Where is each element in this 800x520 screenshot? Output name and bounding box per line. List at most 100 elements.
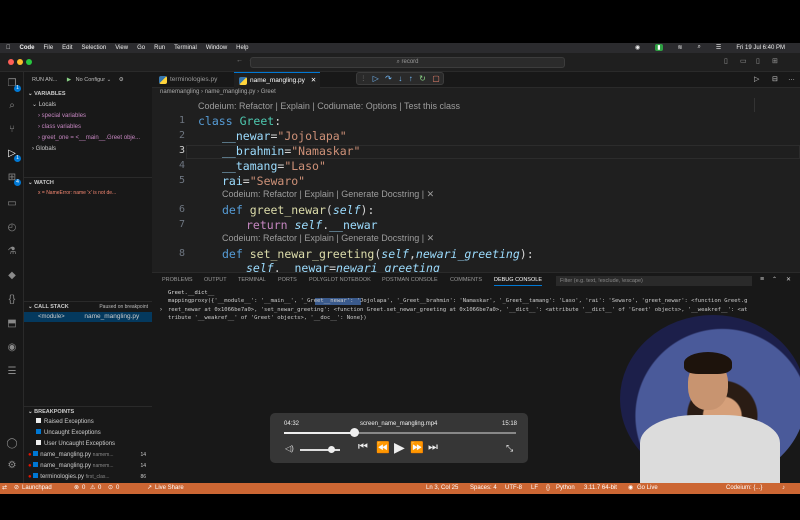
console-filter-input[interactable]: Filter (e.g. text, !exclude, \escape) — [556, 276, 752, 286]
tab-debug-console[interactable]: DEBUG CONSOLE — [494, 277, 542, 286]
breakpoint-item[interactable]: ● name_mangling.py namem... 14 — [24, 461, 152, 471]
close-panel-icon[interactable]: ✕ — [786, 276, 791, 283]
command-center[interactable]: ⌕ record — [250, 57, 565, 68]
code-line[interactable]: def set_newar_greeting(self,newari_greet… — [222, 247, 534, 261]
launchpad-label[interactable]: Launchpad — [22, 483, 52, 494]
language-mode[interactable]: Python — [556, 483, 575, 494]
code-line[interactable]: __newar="Jojolapa" — [222, 129, 347, 143]
step-into-icon[interactable]: ↓ — [398, 74, 402, 83]
go-live-icon[interactable]: ◉ — [628, 483, 633, 494]
layout-secondary-icon[interactable]: ▯ — [756, 57, 760, 65]
search-icon[interactable]: ⌕ — [698, 44, 701, 51]
console-output-line[interactable]: reet_newar at 0x1066be7a0>, 'set_newar_g… — [168, 307, 798, 313]
postman-icon[interactable]: ◉ — [6, 342, 18, 354]
control-center-icon[interactable]: ☰ — [716, 44, 721, 51]
errors-icon[interactable]: ⊗ — [74, 483, 79, 494]
menu-help[interactable]: Help — [236, 45, 248, 51]
cursor-position[interactable]: Ln 3, Col 25 — [426, 483, 458, 494]
apple-icon[interactable]:  — [6, 45, 11, 51]
watch-section[interactable]: ⌄ WATCH — [24, 177, 152, 187]
bp-uncaught-exceptions[interactable]: Uncaught Exceptions — [24, 428, 152, 438]
menu-run[interactable]: Run — [154, 45, 165, 51]
stack-frame[interactable]: <module> name_mangling.py — [24, 312, 152, 322]
tab-ports[interactable]: PORTS — [278, 277, 297, 283]
clock[interactable]: Fri 19 Jul 6:40 PM — [736, 45, 785, 51]
tab-postman-console[interactable]: POSTMAN CONSOLE — [382, 277, 438, 283]
breakpoints-section[interactable]: ⌄ BREAKPOINTS — [24, 406, 152, 416]
clear-console-icon[interactable]: ≡ — [760, 276, 764, 283]
chevron-right-icon[interactable]: › — [160, 307, 162, 313]
menu-file[interactable]: File — [44, 45, 54, 51]
errors-count[interactable]: 0 — [82, 483, 85, 494]
watch-expression[interactable]: x = NameError: name 'x' is not de... — [24, 188, 152, 198]
menu-selection[interactable]: Selection — [82, 45, 107, 51]
customize-layout-icon[interactable]: ⊞ — [772, 57, 778, 65]
tab-output[interactable]: OUTPUT — [204, 277, 227, 283]
menu-view[interactable]: View — [115, 45, 128, 51]
continue-icon[interactable]: ▷ — [373, 74, 379, 83]
volume-icon[interactable]: ◁) — [285, 444, 294, 453]
end-of-line[interactable]: LF — [531, 483, 538, 494]
database-icon[interactable]: ⬒ — [6, 318, 18, 330]
locals-scope[interactable]: ⌄ Locals — [24, 100, 152, 110]
back-arrow-icon[interactable]: ← — [236, 57, 243, 64]
code-line[interactable]: rai="Sewaro" — [222, 174, 305, 188]
codeium-status[interactable]: Codeium: {...} — [726, 483, 762, 494]
accounts-list-icon[interactable]: ☰ — [6, 366, 18, 378]
language-braces-icon[interactable]: {} — [546, 483, 550, 494]
launchpad-icon[interactable]: ⊘ — [14, 483, 19, 494]
docker-icon[interactable]: ◆ — [6, 270, 18, 282]
zoom-window-button[interactable] — [26, 59, 32, 65]
chevron-up-icon[interactable]: ⌃ — [772, 276, 777, 283]
restart-icon[interactable]: ↻ — [419, 74, 426, 83]
indentation[interactable]: Spaces: 4 — [470, 483, 497, 494]
ports-icon[interactable]: ⊙ — [108, 483, 113, 494]
run-debug-icon[interactable]: ▷ 1 — [6, 148, 21, 162]
breadcrumb-folder[interactable]: namemangling — [160, 89, 199, 95]
layout-sidebar-icon[interactable]: ▯ — [724, 57, 728, 65]
extensions-icon[interactable]: ⊞ 4 — [6, 172, 21, 186]
checkbox-checked-icon[interactable] — [33, 462, 39, 467]
account-icon[interactable]: ◯ — [6, 438, 18, 450]
call-stack-section[interactable]: ⌄ CALL STACK Paused on breakpoint — [24, 301, 152, 311]
settings-gear-icon[interactable]: ⚙ — [119, 77, 124, 83]
ports-count[interactable]: 0 — [116, 483, 119, 494]
exit-fullscreen-icon[interactable]: ⤡ — [506, 443, 513, 454]
video-scrubber-handle[interactable] — [349, 428, 359, 437]
checkbox-checked-icon[interactable] — [33, 473, 39, 478]
explorer-icon[interactable]: ❐ 1 — [6, 78, 21, 92]
checkbox-unchecked-icon[interactable] — [36, 418, 41, 423]
breadcrumb-file[interactable]: name_mangling.py — [205, 89, 256, 95]
warnings-icon[interactable]: ⚠ — [90, 483, 95, 494]
volume-handle[interactable] — [328, 446, 335, 453]
skip-forward-icon[interactable]: ⏭ — [428, 441, 438, 454]
close-tab-icon[interactable]: ✕ — [311, 77, 316, 84]
rewind-icon[interactable]: ⏪ — [376, 441, 390, 454]
greet-one-variable[interactable]: › greet_one = <__main__.Greet obje... — [24, 133, 152, 143]
minimap[interactable] — [754, 98, 768, 112]
search-icon[interactable]: ⌕ — [6, 100, 18, 112]
close-window-button[interactable] — [8, 59, 14, 65]
breakpoint-item[interactable]: ● name_mangling.py namem... 14 — [24, 450, 152, 460]
tab-terminologies[interactable]: terminologies.py — [154, 72, 234, 88]
go-live-label[interactable]: Go Live — [637, 483, 658, 494]
step-out-icon[interactable]: ↑ — [409, 74, 413, 83]
menu-terminal[interactable]: Terminal — [174, 45, 197, 51]
stop-icon[interactable]: ▢ — [432, 74, 440, 83]
source-control-icon[interactable]: ⑂ — [6, 124, 18, 136]
minimize-window-button[interactable] — [17, 59, 23, 65]
code-line[interactable]: __tamang="Laso" — [222, 159, 326, 173]
code-line[interactable]: __brahmin="Namaskar" — [222, 144, 361, 158]
breakpoint-item[interactable]: ● terminologies.py first_clas... 86 — [24, 472, 152, 482]
facetime-icon[interactable]: ▮ — [655, 44, 663, 51]
json-icon[interactable]: {} — [6, 294, 18, 306]
layout-panel-icon[interactable]: ▭ — [740, 57, 747, 65]
fast-forward-icon[interactable]: ⏩ — [410, 441, 424, 454]
drag-handle-icon[interactable]: ⋮ — [360, 75, 366, 82]
checkbox-checked-icon[interactable] — [36, 429, 41, 434]
split-editor-icon[interactable]: ⊟ — [772, 75, 778, 83]
codelens-class[interactable]: Codeium: Refactor | Explain | Codiumate:… — [198, 101, 460, 111]
run-file-icon[interactable]: ▷ — [754, 75, 759, 83]
codelens-function[interactable]: Codeium: Refactor | Explain | Generate D… — [222, 233, 434, 244]
checkbox-checked-icon[interactable] — [33, 451, 39, 456]
